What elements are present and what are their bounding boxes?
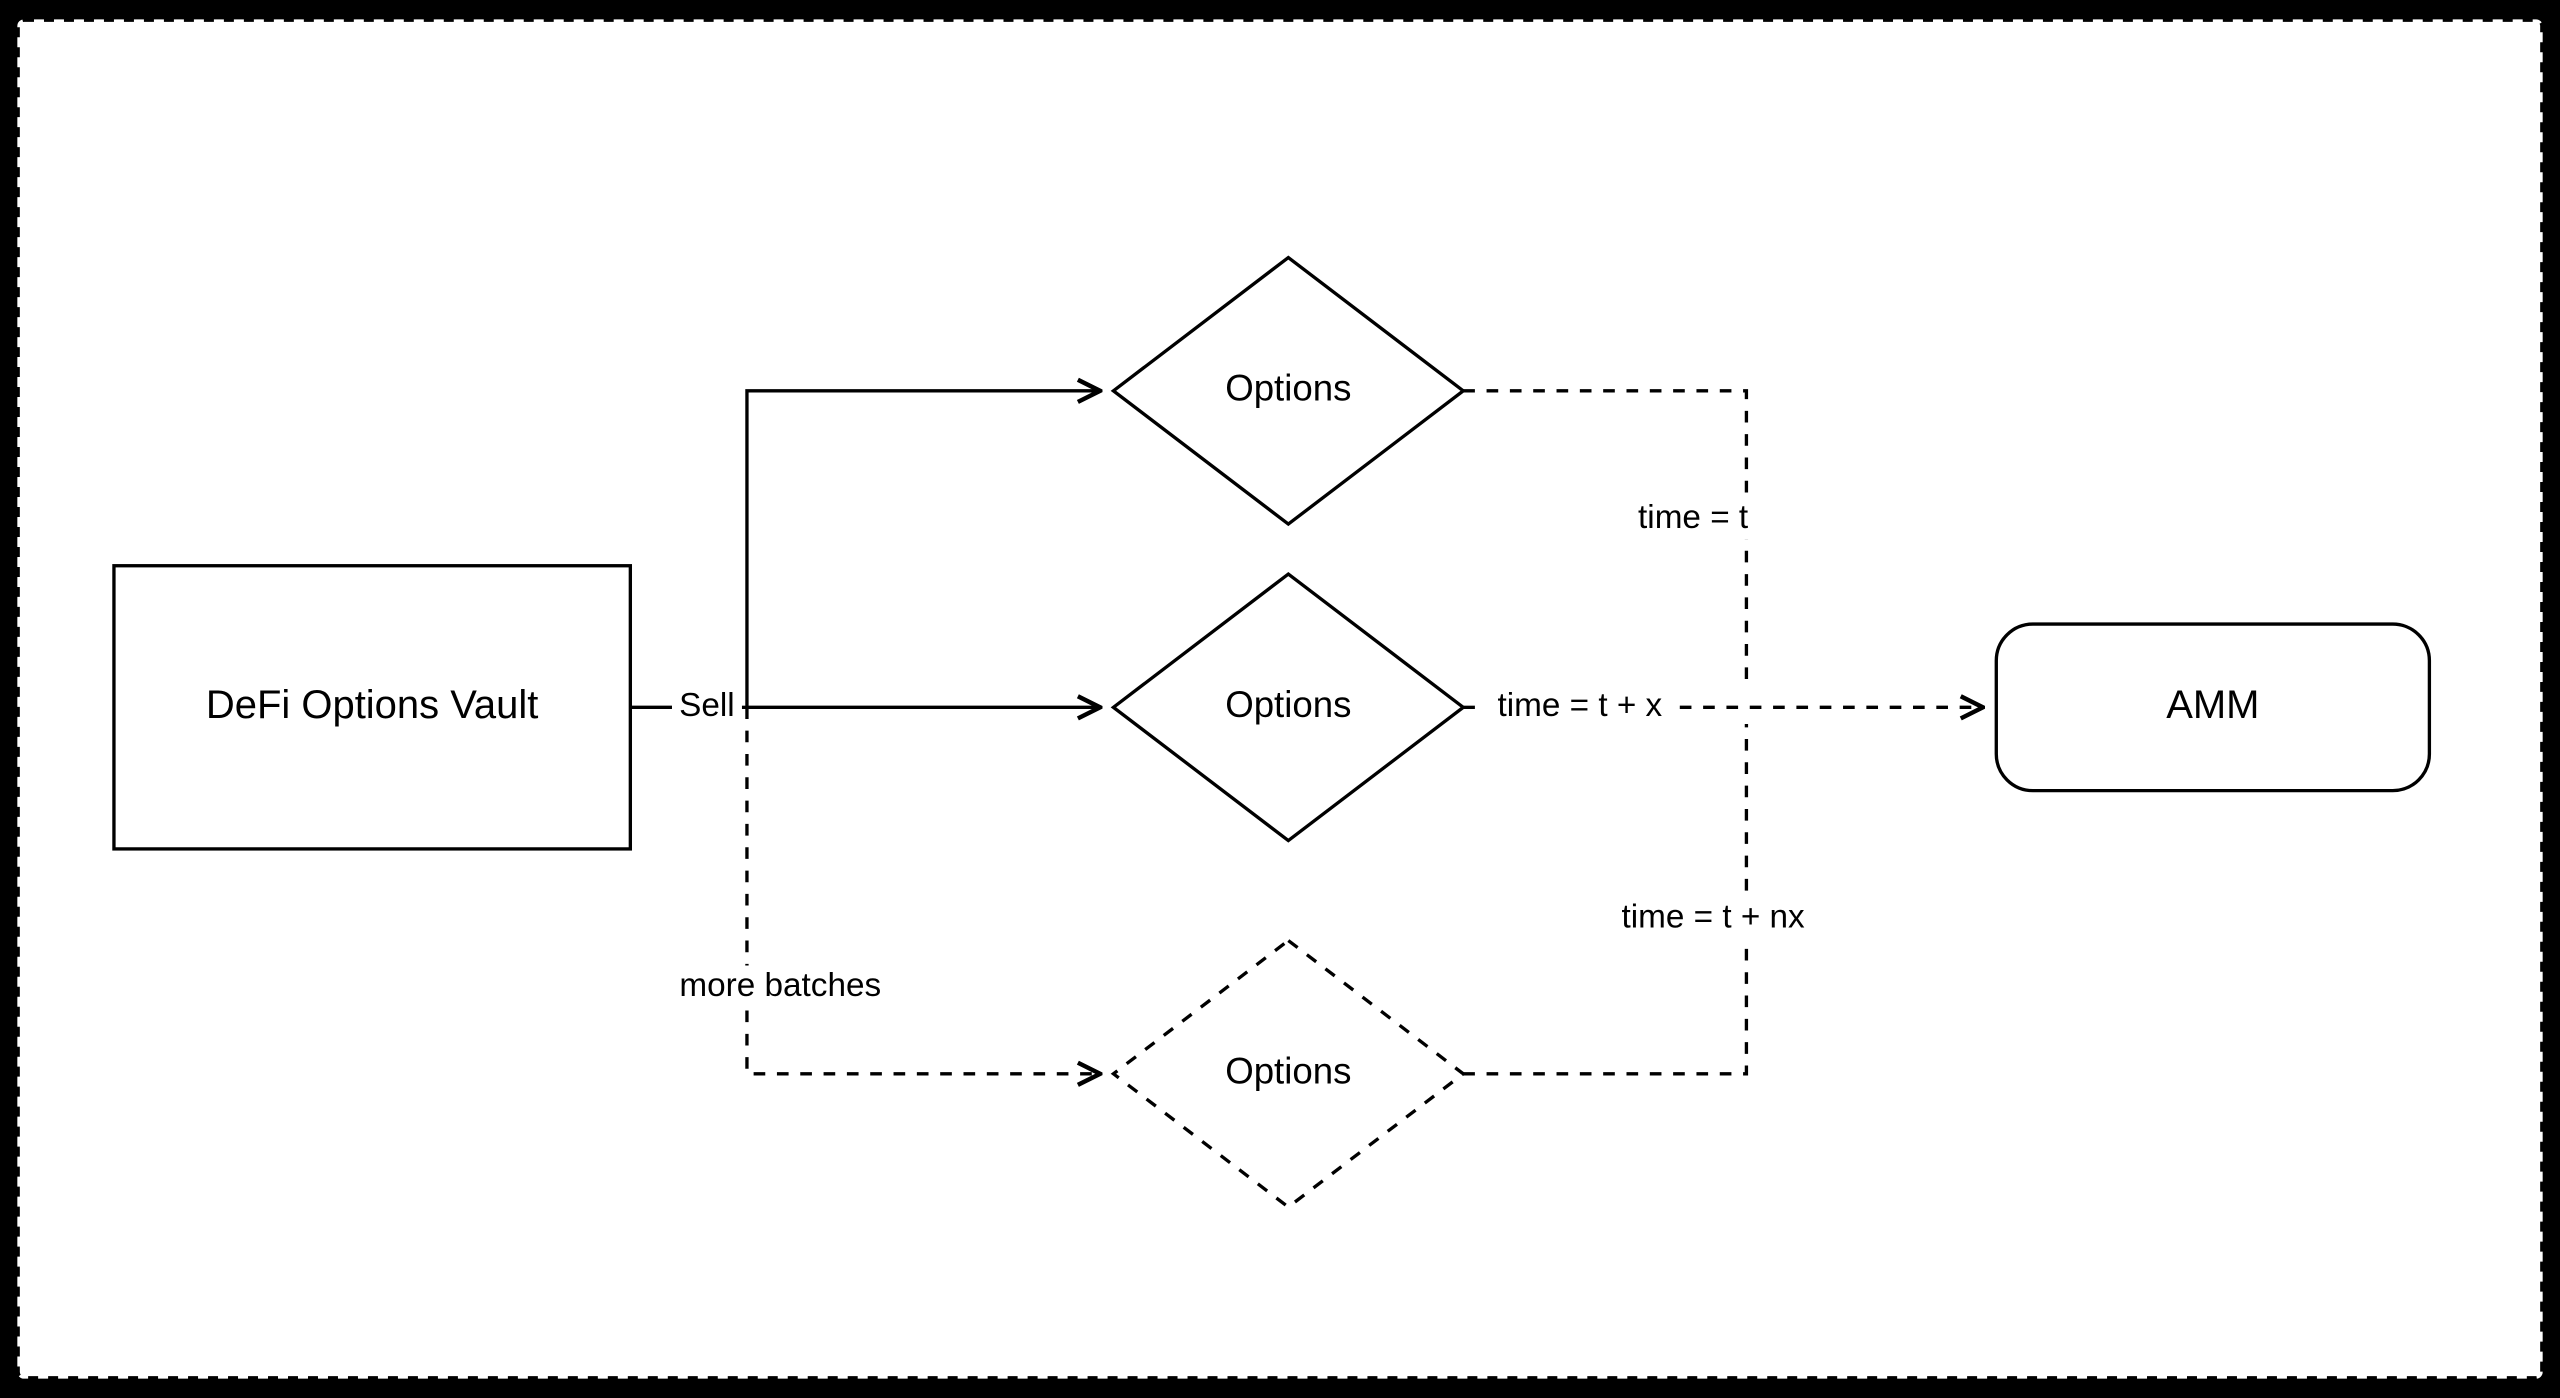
diagram-canvas: DeFi Options Vault Options Options Optio… [14,14,2546,1384]
node-vault-label: DeFi Options Vault [206,683,538,727]
edge-more-batches-label: more batches [679,967,881,1004]
edge-time-tnx-label: time = t + nx [1621,899,1805,936]
edge-time-t-label: time = t [1638,499,1748,536]
node-options-2-label: Options [1225,684,1351,725]
node-options-1-label: Options [1225,368,1351,409]
edge-time-tx-label: time = t + x [1497,687,1662,724]
node-options-3-label: Options [1225,1050,1351,1091]
node-vault: DeFi Options Vault [114,566,630,849]
node-amm-label: AMM [2166,683,2259,727]
node-amm: AMM [1996,624,2429,791]
edge-sell-label: Sell [679,687,735,724]
